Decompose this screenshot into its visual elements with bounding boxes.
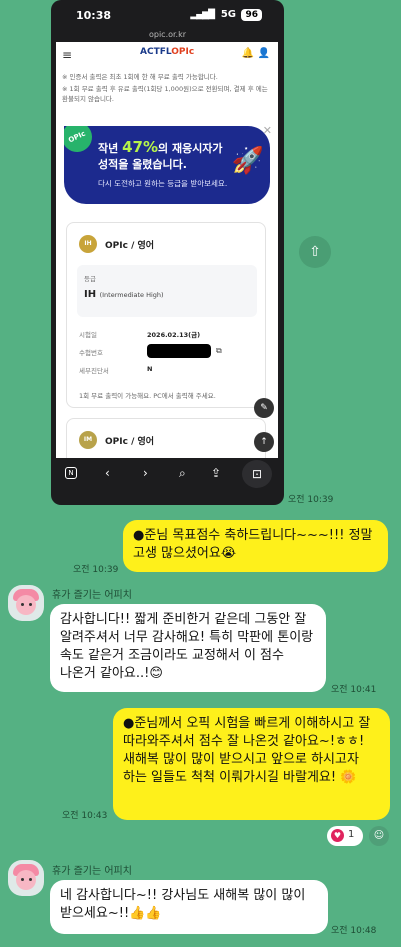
- card-title: OPIc / 영어: [105, 241, 155, 251]
- close-icon: ✕: [262, 124, 272, 137]
- network-label: 5G: [220, 9, 236, 20]
- share-icon: ⇪: [211, 466, 222, 480]
- heart-reaction[interactable]: ♥ 1: [327, 826, 363, 846]
- banner-line-1: 작년 47%의 재응시자가: [98, 138, 223, 156]
- bell-icon: 🔔: [241, 48, 254, 59]
- avatar[interactable]: [8, 585, 44, 621]
- rocket-icon: 🚀: [231, 146, 264, 176]
- battery-icon: 96: [241, 9, 262, 21]
- web-header: ≡ ACTFLOPIc 🔔 👤: [56, 42, 278, 68]
- timestamp: 오전 10:48: [331, 926, 377, 936]
- message-bubble-received[interactable]: 감사합니다!! 짧게 준비한거 같은데 그동안 잘 알려주셔서 너무 감사해요!…: [50, 604, 326, 692]
- timestamp: 오전 10:39: [288, 495, 334, 505]
- logo: ACTFLOPIc: [140, 47, 195, 57]
- url-bar: opic.or.kr: [148, 30, 187, 39]
- scan-icon: ⊡: [242, 460, 272, 488]
- share-button[interactable]: ⇧: [299, 236, 331, 268]
- promo-banner: OPIc 작년 47%의 재응시자가 성적을 올렸습니다. 다시 도전하고 원하…: [64, 126, 270, 204]
- add-reaction-icon[interactable]: ☺: [369, 826, 389, 846]
- notice-1: ※ 인증서 출력은 최초 1회에 한 해 무료 출력 가능합니다.: [62, 73, 218, 81]
- signal-icon: ▂▄▆█: [190, 10, 215, 20]
- web-page: ≡ ACTFLOPIc 🔔 👤 ※ 인증서 출력은 최초 1회에 한 해 무료 …: [56, 42, 278, 458]
- avatar[interactable]: [8, 860, 44, 896]
- opic-badge: OPIc: [64, 126, 97, 157]
- banner-line-3: 다시 도전하고 원하는 등급을 받아보세요.: [98, 179, 228, 188]
- reaction-count: 1: [348, 829, 355, 840]
- sender-name: 휴가 즐기는 어피치: [52, 590, 132, 601]
- medal-icon: IH: [79, 235, 97, 253]
- heart-icon: ♥: [331, 829, 344, 842]
- search-icon: ⌕: [179, 466, 186, 480]
- info-row-id: 수험번호 ⧉: [79, 344, 222, 358]
- redacted-block: [147, 344, 211, 358]
- timestamp: 오전 10:41: [331, 685, 377, 695]
- back-icon: ‹: [105, 466, 110, 480]
- banner-line-2: 성적을 올렸습니다.: [98, 158, 187, 171]
- status-bar: 10:38 ▂▄▆█ 5G 96: [51, 0, 284, 30]
- card-footer: 1회 무료 출력이 가능해요. PC에서 출력해 주세요.: [79, 392, 216, 400]
- timestamp: 오전 10:39: [73, 565, 119, 575]
- grade-value: IH (Intermediate High): [84, 289, 164, 300]
- status-time: 10:38: [76, 9, 112, 22]
- scroll-top-icon: ↑: [254, 432, 274, 452]
- info-row-diagnosis: 세부진단서 N: [79, 365, 153, 375]
- timestamp: 오전 10:43: [62, 811, 108, 821]
- forward-icon: ›: [143, 466, 148, 480]
- message-bubble-sent[interactable]: ●준님 목표점수 축하드립니다~~~!!! 정말 고생 많으셨어요😭: [123, 520, 388, 572]
- info-row-date: 시험일 2026.02.13(금): [79, 331, 201, 339]
- copy-icon: ⧉: [216, 346, 222, 355]
- medal-icon: IM: [79, 431, 97, 449]
- browser-toolbar: N ‹ › ⌕ ⇪ ⊡: [51, 458, 284, 488]
- grade-box: 등급 IH (Intermediate High): [77, 265, 257, 317]
- sender-name: 휴가 즐기는 어피치: [52, 866, 132, 877]
- message-bubble-sent[interactable]: ●준님께서 오픽 시험을 빠르게 이해하시고 잘 따라와주셔서 점수 잘 나온것…: [113, 708, 390, 820]
- message-bubble-received[interactable]: 네 감사합니다~!! 강사님도 새해복 많이 많이 받으세요~!!👍👍: [50, 880, 328, 934]
- menu-icon: ≡: [62, 48, 73, 62]
- chatbot-icon: ✎: [254, 398, 274, 418]
- score-card: IH OPIc / 영어 등급 IH (Intermediate High) 시…: [66, 222, 266, 408]
- card-title: OPIc / 영어: [105, 437, 155, 447]
- user-icon: 👤: [257, 48, 270, 59]
- screenshot-image[interactable]: 10:38 ▂▄▆█ 5G 96 opic.or.kr ≡ ACTFLOPIc …: [51, 0, 284, 505]
- notice-2: ※ 1회 무료 출력 후 유료 출력(1회당 1,000원)으로 전환되며, 결…: [62, 85, 268, 103]
- tabs-icon: N: [65, 467, 77, 479]
- grade-label: 등급: [84, 275, 96, 283]
- score-card-2: IM OPIc / 영어: [66, 418, 266, 458]
